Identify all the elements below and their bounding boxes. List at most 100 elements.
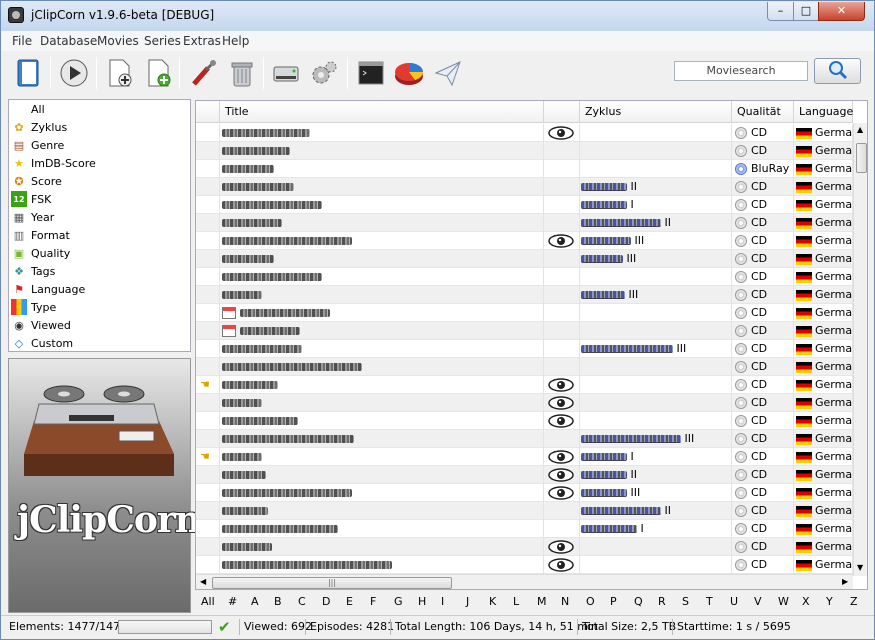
sidebar-item-imdb-score[interactable]: ★ ImDB-Score [11,154,96,172]
zyklus-cell[interactable] [580,538,732,556]
sidebar-item-type[interactable]: Type [11,298,56,316]
vertical-scroll-thumb[interactable] [856,143,867,173]
zyklus-cell[interactable]: III [580,340,732,358]
redacted-zyklus[interactable] [581,525,637,533]
scroll-up-icon[interactable]: ▲ [857,125,863,134]
menu-file[interactable]: File [12,34,32,48]
horizontal-scrollbar[interactable]: ◀ ||| ▶ [196,574,853,589]
zyklus-cell[interactable] [580,376,732,394]
alphabet-filter-j[interactable]: J [466,595,469,608]
add-series-icon[interactable] [141,55,175,91]
table-row[interactable]: II CD German [196,178,853,196]
zyklus-cell[interactable] [580,358,732,376]
alphabet-filter-g[interactable]: G [394,595,403,608]
table-row[interactable]: CD German [196,556,853,574]
redacted-zyklus[interactable] [581,489,627,497]
menu-extras[interactable]: Extras [183,34,221,48]
scroll-left-icon[interactable]: ◀ [200,577,206,586]
header-viewed[interactable] [544,101,580,123]
title-bar[interactable]: jClipCorn v1.9.6-beta [DEBUG] – □ ✕ [1,1,874,31]
table-row[interactable]: CD German [196,394,853,412]
table-row[interactable]: III CD German [196,286,853,304]
redacted-zyklus[interactable] [581,291,625,299]
alphabet-filter-w[interactable]: W [778,595,789,608]
alphabet-filter-f[interactable]: F [370,595,376,608]
pie-chart-icon[interactable] [392,55,426,91]
table-row[interactable]: CD German [196,358,853,376]
table-row[interactable]: CD German [196,268,853,286]
close-button[interactable]: ✕ [818,2,865,21]
alphabet-filter-t[interactable]: T [706,595,713,608]
table-row[interactable]: ☚ CD German [196,376,853,394]
zyklus-cell[interactable] [580,160,732,178]
alphabet-filter-v[interactable]: V [754,595,762,608]
alphabet-filter-n[interactable]: N [561,595,569,608]
trash-icon[interactable] [225,55,259,91]
settings-gears-icon[interactable] [307,55,341,91]
zyklus-cell[interactable] [580,124,732,142]
zyklus-cell[interactable]: III [580,484,732,502]
zyklus-cell[interactable]: I [580,520,732,538]
minimize-button[interactable]: – [767,2,794,21]
table-row[interactable]: II CD German [196,466,853,484]
zyklus-cell[interactable]: III [580,430,732,448]
tools-icon[interactable] [186,55,220,91]
zyklus-cell[interactable]: I [580,196,732,214]
sidebar-item-genre[interactable]: ▤ Genre [11,136,65,154]
alphabet-filter-h[interactable]: H [418,595,426,608]
vertical-scrollbar[interactable]: ▲ ▼ [853,123,867,576]
zyklus-cell[interactable] [580,394,732,412]
sidebar-item-viewed[interactable]: ◉ Viewed [11,316,71,334]
header-quality[interactable]: Qualität [732,101,794,123]
sidebar-item-zyklus[interactable]: ✿ Zyklus [11,118,67,136]
table-row[interactable]: I CD German [196,520,853,538]
sidebar-item-language[interactable]: ⚑ Language [11,280,85,298]
redacted-zyklus[interactable] [581,219,661,227]
sidebar-item-quality[interactable]: ▣ Quality [11,244,71,262]
header-language[interactable]: Language [794,101,853,123]
zyklus-cell[interactable]: II [580,466,732,484]
redacted-zyklus[interactable] [581,453,627,461]
add-file-icon[interactable] [102,55,136,91]
paper-plane-icon[interactable] [431,55,465,91]
table-row[interactable]: III CD German [196,430,853,448]
alphabet-filter-hash[interactable]: # [228,595,237,608]
zyklus-cell[interactable] [580,322,732,340]
table-row[interactable]: CD German [196,124,853,142]
book-icon[interactable] [11,55,45,91]
table-row[interactable]: CD German [196,304,853,322]
header-marker-col[interactable] [196,101,220,123]
zyklus-cell[interactable]: III [580,232,732,250]
zyklus-cell[interactable]: II [580,178,732,196]
alphabet-filter-x[interactable]: X [802,595,810,608]
horizontal-scroll-thumb[interactable]: ||| [212,577,452,589]
scroll-down-icon[interactable]: ▼ [857,563,863,572]
redacted-zyklus[interactable] [581,435,681,443]
alphabet-filter-p[interactable]: P [610,595,617,608]
table-row[interactable]: CD German [196,412,853,430]
alphabet-filter-o[interactable]: O [586,595,595,608]
alphabet-filter-b[interactable]: B [274,595,282,608]
alphabet-filter-m[interactable]: M [537,595,547,608]
search-button[interactable] [814,58,861,84]
table-row[interactable]: II CD German [196,214,853,232]
table-row[interactable]: ☚ I CD German [196,448,853,466]
sidebar-item-tags[interactable]: ❖ Tags [11,262,55,280]
alphabet-filter-a[interactable]: A [251,595,259,608]
table-row[interactable]: III CD German [196,250,853,268]
redacted-zyklus[interactable] [581,255,623,263]
menu-series[interactable]: Series [144,34,181,48]
zyklus-cell[interactable] [580,142,732,160]
zyklus-cell[interactable] [580,304,732,322]
alphabet-filter-c[interactable]: C [298,595,306,608]
alphabet-filter-i[interactable]: I [441,595,444,608]
play-icon[interactable] [57,55,91,91]
sidebar-item-format[interactable]: ▥ Format [11,226,70,244]
header-title[interactable]: Title [220,101,544,123]
alphabet-filter-s[interactable]: S [682,595,689,608]
table-row[interactable]: III CD German [196,484,853,502]
zyklus-cell[interactable]: II [580,502,732,520]
table-row[interactable]: CD German [196,322,853,340]
table-row[interactable]: III CD German [196,232,853,250]
zyklus-cell[interactable]: III [580,286,732,304]
